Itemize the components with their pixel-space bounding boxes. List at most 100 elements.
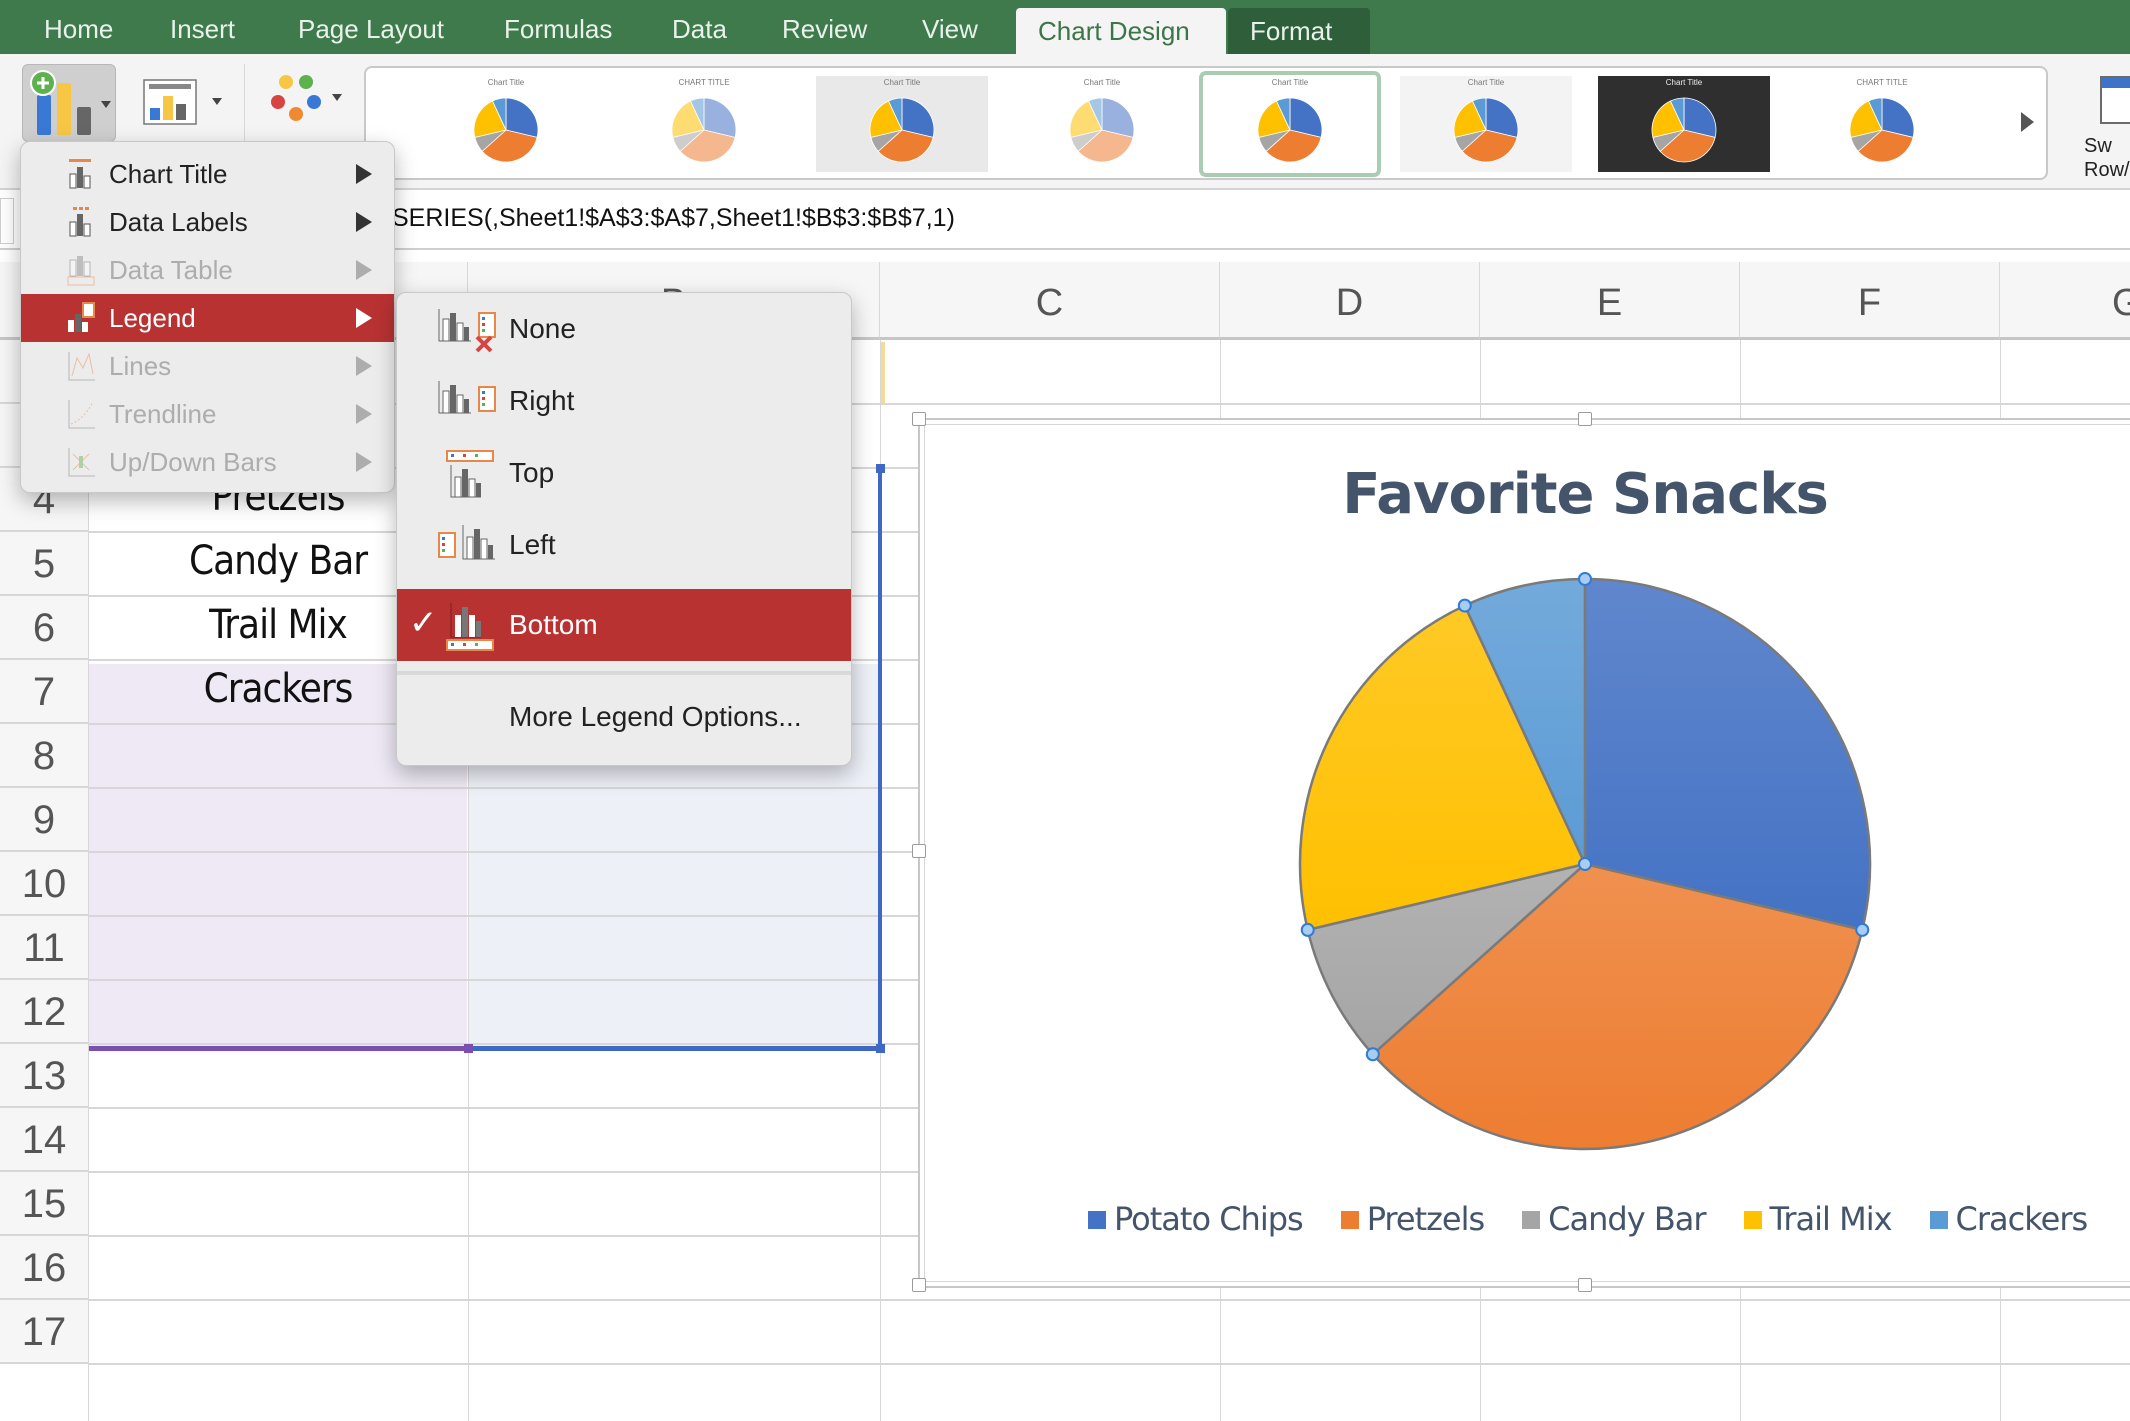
legend-entry[interactable]: Pretzels bbox=[1340, 1200, 1485, 1238]
chart-style-thumbnail[interactable]: CHART TITLE bbox=[618, 76, 790, 172]
range-resize-handle[interactable] bbox=[876, 1044, 885, 1053]
legend-option-label: Left bbox=[509, 529, 556, 560]
thumbnail-pie bbox=[1849, 97, 1915, 163]
thumbnail-pie bbox=[1651, 97, 1717, 163]
tab-page-layout[interactable]: Page Layout bbox=[276, 0, 466, 54]
change-colors-button[interactable] bbox=[268, 72, 358, 142]
menu-item-label: Trendline bbox=[109, 399, 217, 429]
menu-item-legend[interactable]: Legend bbox=[21, 294, 394, 342]
row-header-14[interactable]: 14 bbox=[0, 1108, 88, 1172]
pie-chart[interactable]: Favorite Snacks Potato Chips Pretzels Cand… bbox=[912, 412, 2130, 1292]
legend-entry[interactable]: Crackers bbox=[1929, 1200, 2089, 1238]
chart-style-thumbnail[interactable]: Chart Title bbox=[1199, 71, 1381, 177]
tab-home[interactable]: Home bbox=[22, 0, 135, 54]
legend-swatch bbox=[1929, 1211, 1948, 1229]
change-colors-icon bbox=[271, 75, 342, 121]
chart-style-thumbnail[interactable]: Chart Title bbox=[420, 76, 592, 172]
row-header-13[interactable]: 13 bbox=[0, 1044, 88, 1108]
menu-separator bbox=[397, 671, 851, 675]
row-header-9[interactable]: 9 bbox=[0, 788, 88, 852]
row-header-17[interactable]: 17 bbox=[0, 1300, 88, 1364]
chart-style-thumbnail[interactable]: Chart Title bbox=[1016, 76, 1188, 172]
row-header-11[interactable]: 11 bbox=[0, 916, 88, 980]
menu-item-trendline: Trendline bbox=[21, 390, 394, 438]
selection-handle[interactable] bbox=[1578, 572, 1592, 586]
menu-item-label: Up/Down Bars bbox=[109, 447, 277, 477]
selection-handle[interactable] bbox=[1855, 922, 1870, 937]
row-header-5[interactable]: 5 bbox=[0, 532, 88, 596]
legend-option-label: Right bbox=[509, 385, 575, 416]
gallery-next-arrow[interactable] bbox=[2021, 112, 2034, 132]
row-header-16[interactable]: 16 bbox=[0, 1236, 88, 1300]
tab-format[interactable]: Format bbox=[1228, 8, 1370, 54]
submenu-arrow-icon bbox=[356, 452, 372, 472]
more-legend-options[interactable]: More Legend Options... bbox=[509, 701, 802, 733]
legend-top-icon bbox=[446, 450, 494, 498]
column-header-c[interactable]: C bbox=[880, 262, 1220, 340]
switch-row-column-button[interactable]: Sw Row/ bbox=[2080, 72, 2130, 182]
column-header-f[interactable]: F bbox=[1740, 262, 2000, 340]
legend-entry[interactable]: Trail Mix bbox=[1743, 1200, 1893, 1238]
column-header-d[interactable]: D bbox=[1220, 262, 1480, 340]
legend-option-left[interactable]: Left bbox=[397, 509, 851, 581]
legend-option-label: None bbox=[509, 313, 576, 344]
row-header-12[interactable]: 12 bbox=[0, 980, 88, 1044]
legend-option-none[interactable]: None bbox=[397, 293, 851, 365]
row-header-6[interactable]: 6 bbox=[0, 596, 88, 660]
tab-view[interactable]: View bbox=[900, 0, 1000, 54]
legend-label: Crackers bbox=[1955, 1200, 2089, 1238]
row-header-8[interactable]: 8 bbox=[0, 724, 88, 788]
add-chart-element-button[interactable] bbox=[22, 64, 116, 142]
legend-option-bottom[interactable]: ✓ Bottom bbox=[397, 589, 851, 661]
chart-style-thumbnail[interactable]: Chart Title bbox=[1598, 76, 1770, 172]
legend-submenu: None Right Top Left ✓ Bottom More Legend… bbox=[396, 292, 852, 766]
legend-swatch bbox=[1522, 1211, 1541, 1229]
range-resize-handle[interactable] bbox=[876, 464, 885, 473]
menu-item-data-labels[interactable]: Data Labels bbox=[21, 198, 394, 246]
chart-style-thumbnail[interactable]: Chart Title bbox=[1400, 76, 1572, 172]
add-chart-element-menu: Chart Title Data Labels Data Table Legen… bbox=[20, 141, 395, 493]
name-box[interactable] bbox=[0, 198, 14, 244]
legend-label: Trail Mix bbox=[1769, 1200, 1893, 1238]
menu-item-label: Data Table bbox=[109, 255, 233, 285]
tab-chart-design[interactable]: Chart Design bbox=[1016, 8, 1226, 54]
tab-review[interactable]: Review bbox=[760, 0, 889, 54]
trendline-icon bbox=[68, 400, 95, 429]
legend-option-right[interactable]: Right bbox=[397, 365, 851, 437]
selection-handle[interactable] bbox=[1300, 922, 1315, 937]
legend-bottom-icon bbox=[446, 603, 494, 651]
legend-entry[interactable]: Potato Chips bbox=[1088, 1200, 1304, 1238]
menu-item-label: Legend bbox=[109, 303, 196, 333]
tab-insert[interactable]: Insert bbox=[148, 0, 257, 54]
selection-handle[interactable] bbox=[1457, 598, 1472, 613]
range-resize-handle[interactable] bbox=[464, 1044, 473, 1053]
row-header-7[interactable]: 7 bbox=[0, 660, 88, 724]
selection-handle[interactable] bbox=[1578, 857, 1592, 871]
tab-formulas[interactable]: Formulas bbox=[482, 0, 634, 54]
selection-handle[interactable] bbox=[1365, 1047, 1380, 1062]
chart-style-thumbnail[interactable]: Chart Title bbox=[816, 76, 988, 172]
legend-entry[interactable]: Candy Bar bbox=[1522, 1200, 1707, 1238]
legend-option-label: Bottom bbox=[509, 609, 598, 640]
legend-icon bbox=[68, 302, 95, 332]
legend-label: Potato Chips bbox=[1114, 1200, 1304, 1238]
menu-item-chart-title[interactable]: Chart Title bbox=[21, 150, 394, 198]
chart-legend[interactable]: Potato Chips Pretzels Candy Bar Trail Mix Cr… bbox=[1088, 1200, 2125, 1238]
value-range-border bbox=[878, 466, 882, 1050]
row-header-10[interactable]: 10 bbox=[0, 852, 88, 916]
formula-input[interactable]: SERIES(,Sheet1!$A$3:$A$7,Sheet1!$B$3:$B$… bbox=[392, 204, 955, 233]
row-header-15[interactable]: 15 bbox=[0, 1172, 88, 1236]
chart-style-thumbnail[interactable]: CHART TITLE bbox=[1796, 76, 1968, 172]
legend-option-top[interactable]: Top bbox=[397, 437, 851, 509]
thumbnail-pie bbox=[869, 97, 935, 163]
legend-option-label: Top bbox=[509, 457, 555, 488]
legend-swatch bbox=[1088, 1211, 1106, 1229]
quick-layout-button[interactable] bbox=[140, 74, 222, 134]
column-header-e[interactable]: E bbox=[1480, 262, 1740, 340]
up-down-bars-icon bbox=[68, 448, 95, 477]
tab-data[interactable]: Data bbox=[650, 0, 749, 54]
column-header-g[interactable]: G bbox=[2000, 262, 2130, 340]
legend-none-icon bbox=[438, 309, 496, 353]
pie-plot bbox=[1298, 572, 1872, 1151]
excel-window: Home Insert Page Layout Formulas Data Re… bbox=[0, 0, 2130, 1421]
